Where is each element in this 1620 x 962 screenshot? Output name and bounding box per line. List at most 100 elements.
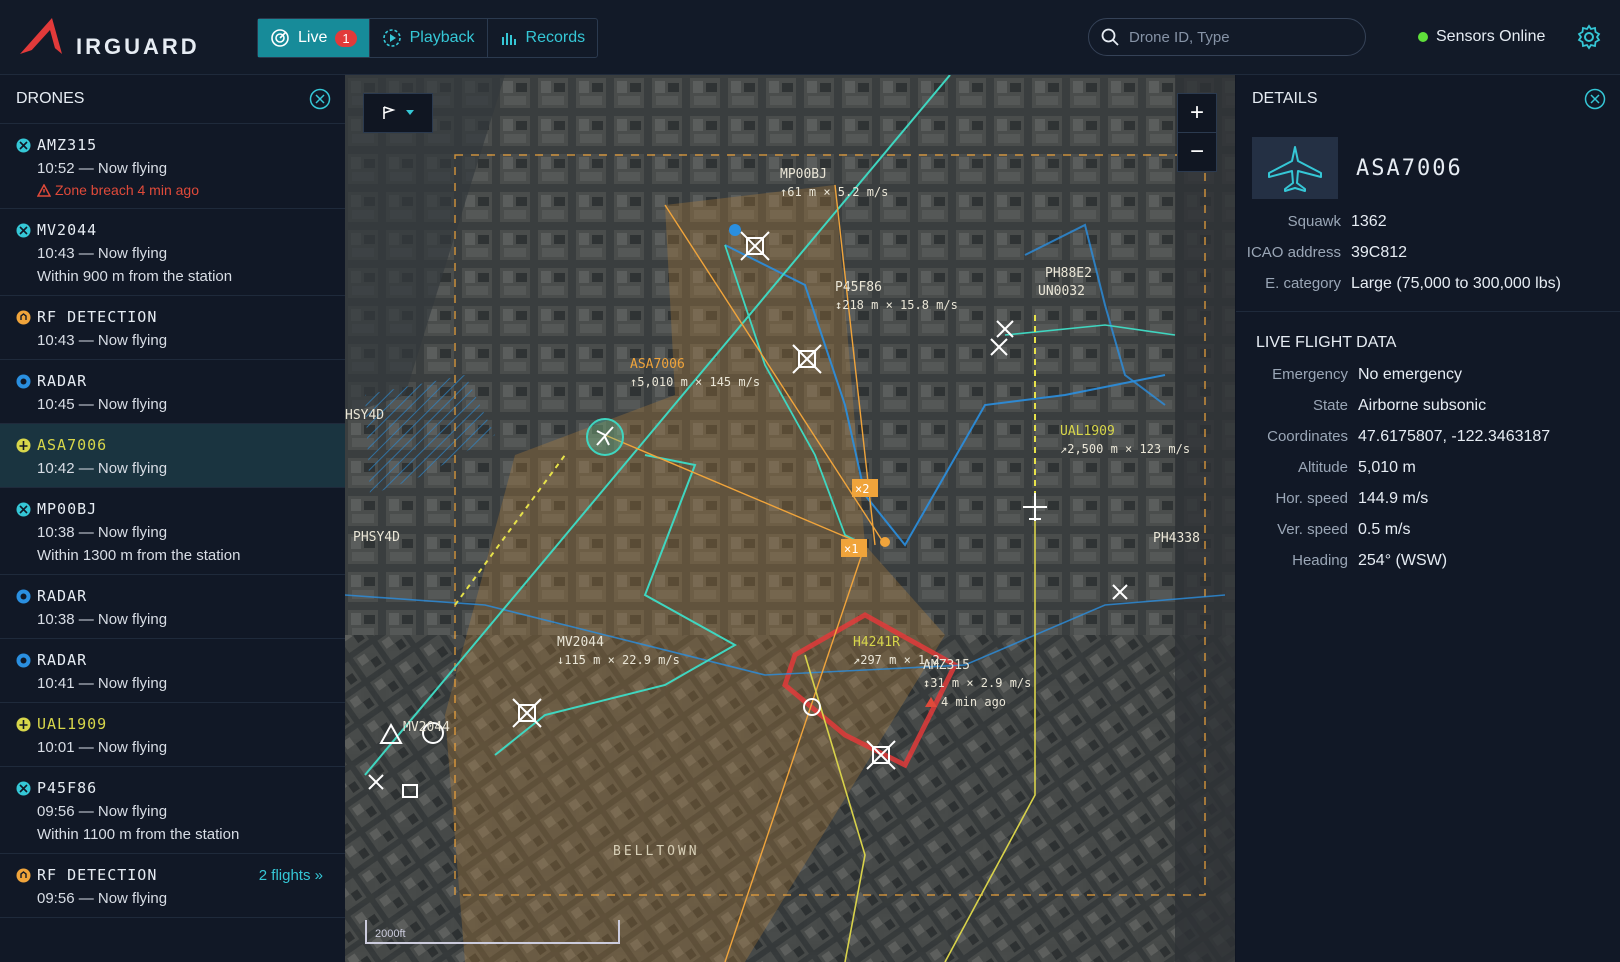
- drone-list-item[interactable]: AMZ315 10:52 — Now flying Zone breach 4 mi…: [0, 124, 345, 209]
- close-icon[interactable]: [309, 88, 331, 110]
- drone-time: 10:01 — Now flying: [37, 739, 168, 756]
- detail-row: Heading 254° (WSW): [1236, 552, 1620, 570]
- map-view[interactable]: ×2 ×1 MP00BJ ↑61 m × 5.2 m/s P45F86 ↕218…: [345, 75, 1235, 962]
- drone-icon: [16, 223, 31, 238]
- tab-live-label: Live: [298, 29, 328, 46]
- drone-list-item[interactable]: MV2044 10:43 — Now flying Within 900 m fro…: [0, 209, 345, 296]
- drone-item-title: RADAR: [16, 372, 329, 390]
- drone-item-title: RADAR: [16, 651, 329, 669]
- drone-item-title: UAL1909: [16, 715, 329, 733]
- aircraft-thumb: [1252, 137, 1338, 199]
- drone-item-title: MV2044: [16, 221, 329, 239]
- tab-live[interactable]: Live 1: [258, 19, 370, 57]
- drone-list-item[interactable]: UAL1909 10:01 — Now flying: [0, 703, 345, 767]
- rf-icon: [16, 868, 31, 883]
- drone-time: 09:56 — Now flying: [37, 803, 168, 820]
- label-un0032: UN0032: [1038, 284, 1085, 299]
- drone-name: P45F86: [37, 779, 98, 797]
- layer-tool-button[interactable]: [363, 93, 433, 133]
- label-amz315-warn: 4 min ago: [941, 695, 1006, 709]
- label-amz315-sub: ↕31 m × 2.9 m/s: [923, 676, 1031, 690]
- detail-value: No emergency: [1358, 366, 1463, 383]
- detail-key: E. category: [1265, 275, 1341, 292]
- detail-key: Coordinates: [1267, 428, 1348, 445]
- drone-item-title: MP00BJ: [16, 500, 329, 518]
- drone-name: MV2044: [37, 221, 98, 239]
- drone-icon: [16, 781, 31, 796]
- drone-name: UAL1909: [37, 715, 108, 733]
- drone-time: 10:38 — Now flying: [37, 524, 168, 541]
- detail-value: 5,010 m: [1358, 459, 1416, 476]
- drone-item-title: RF DETECTION: [16, 308, 329, 326]
- warning-icon: [37, 183, 51, 197]
- aircraft-header: ASA7006: [1236, 123, 1620, 213]
- detail-row: Altitude 5,010 m: [1236, 459, 1620, 477]
- flights-link[interactable]: 2 flights »: [259, 867, 323, 884]
- detail-key: Heading: [1292, 552, 1348, 569]
- tab-playback-label: Playback: [409, 29, 475, 46]
- drone-time: 10:43 — Now flying: [37, 332, 168, 349]
- close-icon[interactable]: [1584, 88, 1606, 110]
- drone-list-item[interactable]: RF DETECTION 09:56 — Now flying 2 flights …: [0, 854, 345, 918]
- drones-panel-title: DRONES: [16, 90, 85, 107]
- drones-panel-header: DRONES: [0, 75, 345, 124]
- drone-list-item[interactable]: RADAR 10:38 — Now flying: [0, 575, 345, 639]
- label-amz315: AMZ315: [923, 658, 970, 673]
- drone-list-item[interactable]: RF DETECTION 10:43 — Now flying: [0, 296, 345, 360]
- details-title: DETAILS: [1252, 90, 1318, 107]
- airguard-logo[interactable]: IRGUARD: [16, 12, 206, 62]
- drone-icon: [16, 502, 31, 517]
- details-panel: DETAILS ASA7006 Squawk 1362 ICAO address 39…: [1236, 75, 1620, 962]
- drone-search[interactable]: [1088, 18, 1366, 56]
- drone-list-item[interactable]: RADAR 10:45 — Now flying: [0, 360, 345, 424]
- drone-item-title: AMZ315: [16, 136, 329, 154]
- asa7006-marker[interactable]: [586, 418, 624, 456]
- drone-name: MP00BJ: [37, 500, 98, 518]
- drone-name: RF DETECTION: [37, 308, 158, 326]
- radar-icon: [16, 374, 31, 389]
- drone-warning: Zone breach 4 min ago: [16, 182, 329, 198]
- drone-distance: Within 1300 m from the station: [37, 547, 241, 564]
- mode-tabs: Live 1 Playback Records: [257, 18, 599, 58]
- zoom-in-button[interactable]: +: [1178, 94, 1216, 132]
- tab-records[interactable]: Records: [488, 19, 598, 57]
- rf-badge-x2: ×2: [855, 482, 869, 496]
- gear-icon[interactable]: [1576, 24, 1602, 50]
- zoom-out-button[interactable]: −: [1178, 132, 1216, 171]
- drone-list-item[interactable]: ASA7006 10:42 — Now flying: [0, 424, 345, 488]
- tab-playback[interactable]: Playback: [370, 19, 488, 57]
- detail-key: Squawk: [1287, 213, 1341, 230]
- drone-list: AMZ315 10:52 — Now flying Zone breach 4 mi…: [0, 124, 345, 918]
- drone-list-item[interactable]: MP00BJ 10:38 — Now flying Within 1300 m fr…: [0, 488, 345, 575]
- label-ual1909: UAL1909: [1060, 424, 1115, 439]
- drone-item-title: ASA7006: [16, 436, 329, 454]
- search-input[interactable]: [1127, 27, 1351, 47]
- map-canvas[interactable]: ×2 ×1 MP00BJ ↑61 m × 5.2 m/s P45F86 ↕218…: [345, 75, 1235, 962]
- detail-value: 39C812: [1351, 244, 1408, 261]
- drone-distance: Within 900 m from the station: [37, 268, 233, 285]
- drone-list-item[interactable]: RADAR 10:41 — Now flying: [0, 639, 345, 703]
- detail-row: Hor. speed 144.9 m/s: [1236, 490, 1620, 508]
- drone-time: 10:45 — Now flying: [37, 396, 168, 413]
- rf-icon: [16, 310, 31, 325]
- drone-list-item[interactable]: P45F86 09:56 — Now flying Within 1100 m fr…: [0, 767, 345, 854]
- airplane-icon: [1268, 146, 1322, 192]
- detail-key: Emergency: [1272, 366, 1348, 383]
- aircraft-icon: [16, 717, 31, 732]
- detail-row: Emergency No emergency: [1236, 366, 1620, 384]
- sensors-status: Sensors Online: [1418, 28, 1545, 46]
- label-mp00bj-sub: ↑61 m × 5.2 m/s: [780, 185, 888, 199]
- details-header: DETAILS: [1236, 75, 1620, 123]
- live-alert-badge: 1: [335, 29, 357, 47]
- detail-key: State: [1312, 397, 1348, 414]
- flag-icon: [383, 106, 396, 119]
- tab-records-label: Records: [525, 29, 586, 46]
- radar-icon: [16, 589, 31, 604]
- sensors-status-label: Sensors Online: [1436, 28, 1546, 45]
- top-bar: IRGUARD Live 1 Playback Records Sensors …: [0, 0, 1620, 75]
- drone-name: ASA7006: [37, 436, 108, 454]
- zoom-controls: + −: [1177, 93, 1217, 172]
- drone-item-title: RADAR: [16, 587, 329, 605]
- detail-value: 0.5 m/s: [1358, 521, 1411, 538]
- label-mv2044-sub: ↓115 m × 22.9 m/s: [557, 653, 680, 667]
